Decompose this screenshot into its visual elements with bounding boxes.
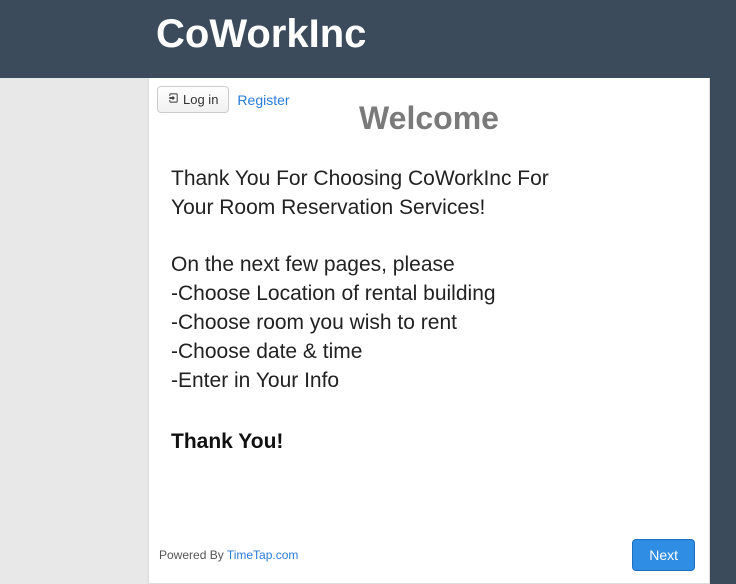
login-button-label: Log in bbox=[183, 92, 218, 107]
login-button[interactable]: Log in bbox=[157, 86, 229, 113]
thank-you-text: Thank You! bbox=[149, 396, 709, 454]
next-button[interactable]: Next bbox=[632, 539, 695, 571]
header-band bbox=[0, 0, 736, 78]
instructions-step-4: -Enter in Your Info bbox=[171, 367, 687, 396]
welcome-panel: Log in Register Welcome Thank You For Ch… bbox=[148, 78, 710, 584]
instructions-step-2: -Choose room you wish to rent bbox=[171, 309, 687, 338]
register-link[interactable]: Register bbox=[237, 92, 289, 108]
login-icon bbox=[168, 92, 179, 107]
powered-by-link[interactable]: TimeTap.com bbox=[227, 548, 299, 562]
powered-by: Powered By TimeTap.com bbox=[159, 548, 298, 562]
welcome-body: Thank You For Choosing CoWorkInc For You… bbox=[149, 137, 709, 396]
right-band bbox=[710, 0, 736, 584]
instructions-step-1: -Choose Location of rental building bbox=[171, 280, 687, 309]
intro-line-2: Your Room Reservation Services! bbox=[171, 194, 687, 223]
auth-toolbar: Log in Register bbox=[157, 86, 290, 113]
panel-footer: Powered By TimeTap.com Next bbox=[159, 539, 695, 571]
instructions-lead: On the next few pages, please bbox=[171, 251, 687, 280]
powered-by-prefix: Powered By bbox=[159, 548, 227, 562]
intro-line-1: Thank You For Choosing CoWorkInc For bbox=[171, 165, 687, 194]
brand-title: CoWorkInc bbox=[156, 12, 366, 57]
instructions-step-3: -Choose date & time bbox=[171, 338, 687, 367]
